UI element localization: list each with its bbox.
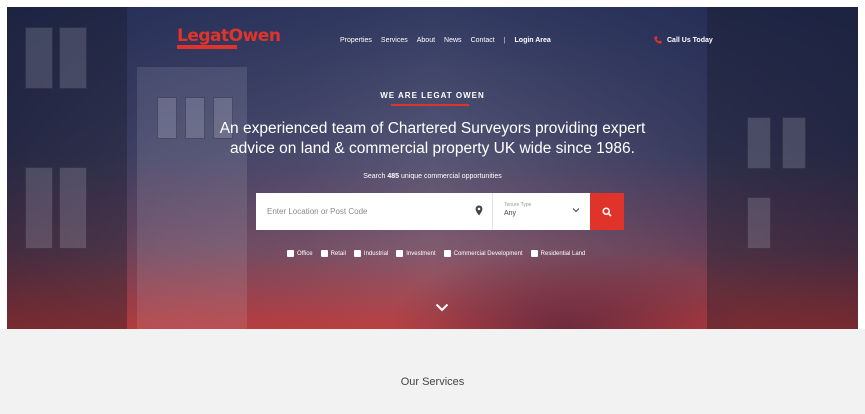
phone-icon <box>654 36 662 44</box>
search-count: 485 <box>387 173 400 180</box>
nav-separator: | <box>503 37 506 44</box>
services-section: Our Services <box>0 329 865 414</box>
search-icon <box>602 206 612 217</box>
filter-industrial[interactable]: Industrial <box>353 250 389 257</box>
scroll-down-chevron-icon[interactable] <box>435 303 449 312</box>
tenure-type-select[interactable]: Tenure Type Any <box>493 193 590 230</box>
filter-label: Retail <box>330 250 346 257</box>
window-decor <box>782 117 806 169</box>
search-suffix: unique commercial opportunities <box>401 173 502 180</box>
nav-item-contact[interactable]: Contact <box>471 37 495 44</box>
search-button[interactable] <box>590 193 624 230</box>
filter-label: Residential Land <box>540 250 586 257</box>
window-decor <box>59 27 87 89</box>
checkbox[interactable] <box>287 250 294 257</box>
call-us-link[interactable]: Call Us Today <box>654 36 713 44</box>
search-prefix: Search <box>363 173 386 180</box>
checkbox[interactable] <box>353 250 361 257</box>
nav-item-services[interactable]: Services <box>381 37 408 44</box>
filter-office[interactable]: Office <box>287 250 313 257</box>
nav-item-properties[interactable]: Properties <box>340 37 372 44</box>
filter-commercial-development[interactable]: Commercial Development <box>443 250 523 257</box>
headline-line-1: An experienced team of Chartered Surveyo… <box>219 120 646 137</box>
filter-label: Industrial <box>363 250 389 257</box>
filter-investment[interactable]: Investment <box>396 250 436 257</box>
main-nav: Properties Services About News Contact |… <box>340 37 551 44</box>
location-field-wrap <box>256 193 493 230</box>
logo-wordmark: LegatOwen <box>177 26 281 46</box>
window-decor <box>25 27 53 89</box>
eyebrow-underline <box>391 104 469 106</box>
property-type-filters: Office Retail Industrial Investment Comm… <box>287 250 585 257</box>
filter-label: Investment <box>406 250 436 257</box>
hero-eyebrow: WE ARE LEGAT OWEN <box>380 91 485 100</box>
filter-label: Commercial Development <box>453 250 523 257</box>
checkbox[interactable] <box>530 250 538 257</box>
filter-label: Office <box>297 250 313 257</box>
checkbox[interactable] <box>396 250 404 257</box>
location-input[interactable] <box>256 193 467 230</box>
tenure-type-label: Tenure Type <box>504 202 532 208</box>
crowd-decor <box>387 249 747 329</box>
headline-line-2: advice on land & commercial property UK … <box>230 140 635 157</box>
map-pin-icon <box>475 205 483 216</box>
checkbox[interactable] <box>443 250 451 257</box>
filter-retail[interactable]: Retail <box>320 250 346 257</box>
nav-item-login[interactable]: Login Area <box>515 37 551 44</box>
logo-underline <box>177 45 237 49</box>
window-decor <box>747 117 771 169</box>
search-count-text: Search 485 unique commercial opportuniti… <box>7 173 858 180</box>
chevron-down-icon <box>572 208 580 213</box>
services-heading: Our Services <box>400 376 465 388</box>
checkbox[interactable] <box>320 250 328 257</box>
hero-section: LegatOwen Properties Services About News… <box>7 7 858 329</box>
hero-headline: An experienced team of Chartered Surveyo… <box>157 119 708 159</box>
tenure-type-value: Any <box>504 210 517 217</box>
window-decor <box>747 197 771 249</box>
nav-item-about[interactable]: About <box>417 37 435 44</box>
call-us-label: Call Us Today <box>667 36 713 44</box>
property-search-form: Tenure Type Any <box>256 193 624 230</box>
nav-item-news[interactable]: News <box>444 37 462 44</box>
brand-logo[interactable]: LegatOwen <box>177 26 281 49</box>
filter-residential-land[interactable]: Residential Land <box>530 250 586 257</box>
